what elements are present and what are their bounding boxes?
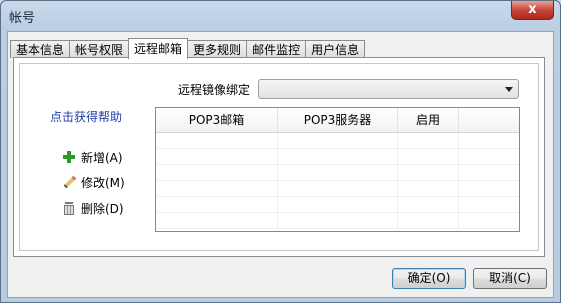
delete-button[interactable]: 删除(D) bbox=[62, 199, 124, 217]
mirror-binding-dropdown[interactable] bbox=[258, 79, 519, 99]
tab-remote-mailbox[interactable]: 远程邮箱 bbox=[128, 38, 189, 59]
column-header-enabled[interactable]: 启用 bbox=[398, 108, 459, 132]
table-row bbox=[156, 149, 519, 165]
add-button[interactable]: 新增(A) bbox=[62, 148, 123, 166]
mirror-binding-label: 远程镜像绑定 bbox=[178, 83, 251, 97]
table-row bbox=[156, 181, 519, 197]
table-header: POP3邮箱 POP3服务器 启用 bbox=[156, 108, 519, 133]
table-row bbox=[156, 165, 519, 181]
close-button[interactable]: x bbox=[511, 1, 554, 20]
add-label: 新增(A) bbox=[81, 150, 123, 165]
close-icon: x bbox=[528, 2, 537, 17]
remote-mailbox-table[interactable]: POP3邮箱 POP3服务器 启用 bbox=[155, 107, 520, 232]
tab-user-info[interactable]: 用户信息 bbox=[305, 40, 366, 58]
edit-label: 修改(M) bbox=[81, 175, 125, 190]
pencil-icon bbox=[62, 175, 76, 189]
cancel-button[interactable]: 取消(C) bbox=[473, 268, 547, 289]
tab-mail-monitor[interactable]: 邮件监控 bbox=[246, 40, 307, 58]
tab-basic-info[interactable]: 基本信息 bbox=[10, 40, 71, 58]
table-row bbox=[156, 213, 519, 229]
chevron-down-icon bbox=[505, 87, 513, 92]
column-header-filler bbox=[459, 108, 519, 132]
trash-icon bbox=[62, 201, 76, 215]
tab-account-permissions[interactable]: 帐号权限 bbox=[69, 40, 130, 58]
window-title: 帐号 bbox=[9, 11, 36, 26]
tab-more-rules[interactable]: 更多规则 bbox=[187, 40, 248, 58]
edit-button[interactable]: 修改(M) bbox=[62, 173, 125, 191]
title-bar[interactable]: 帐号 x bbox=[1, 1, 560, 29]
delete-label: 删除(D) bbox=[81, 201, 124, 216]
help-link[interactable]: 点击获得帮助 bbox=[50, 108, 122, 125]
table-row bbox=[156, 197, 519, 213]
table-row bbox=[156, 133, 519, 149]
plus-icon bbox=[62, 150, 76, 164]
column-header-pop3-mailbox[interactable]: POP3邮箱 bbox=[156, 108, 278, 132]
tab-strip: 基本信息 帐号权限 远程邮箱 更多规则 邮件监控 用户信息 bbox=[10, 38, 366, 59]
column-header-pop3-server[interactable]: POP3服务器 bbox=[278, 108, 398, 132]
table-body bbox=[156, 133, 519, 229]
ok-button[interactable]: 确定(O) bbox=[392, 268, 466, 289]
